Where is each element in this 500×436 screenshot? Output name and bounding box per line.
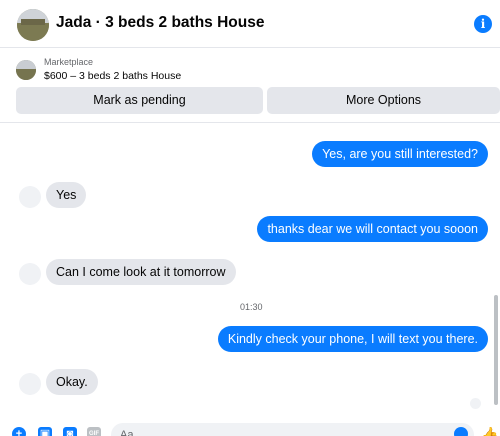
composer: + ▣ ◙ GIF Aa 👍 (0, 419, 500, 436)
message-outgoing[interactable]: Yes, are you still interested? (312, 141, 488, 167)
marketplace-card: Marketplace $600 – 3 beds 2 baths House … (0, 48, 500, 123)
sender-avatar (19, 186, 41, 208)
sticker-icon[interactable]: ◙ (63, 427, 77, 436)
info-icon[interactable]: i (474, 15, 492, 33)
message-timestamp: 01:30 (240, 302, 263, 312)
marketplace-label: Marketplace (44, 57, 94, 67)
sender-avatar (19, 263, 41, 285)
sender-avatar (19, 373, 41, 395)
mark-as-pending-button[interactable]: Mark as pending (16, 87, 263, 114)
message-input[interactable]: Aa (111, 423, 474, 436)
message-incoming[interactable]: Yes (46, 182, 87, 208)
plus-icon[interactable]: + (12, 427, 26, 436)
message-outgoing[interactable]: thanks dear we will contact you sooon (257, 216, 488, 242)
emoji-icon[interactable] (454, 427, 468, 436)
more-options-button[interactable]: More Options (267, 87, 500, 114)
avatar[interactable] (17, 9, 49, 41)
listing-thumbnail[interactable] (16, 60, 36, 80)
message-incoming[interactable]: Okay. (46, 369, 98, 395)
read-receipt-icon (470, 398, 481, 409)
chat-header: Jada · 3 beds 2 baths House i (0, 0, 500, 48)
chat-title[interactable]: Jada · 3 beds 2 baths House (56, 14, 264, 32)
gif-icon[interactable]: GIF (87, 427, 101, 436)
message-incoming[interactable]: Can I come look at it tomorrow (46, 259, 236, 285)
message-input-placeholder: Aa (120, 429, 134, 436)
listing-title[interactable]: $600 – 3 beds 2 baths House (44, 70, 181, 82)
message-outgoing[interactable]: Kindly check your phone, I will text you… (217, 326, 488, 352)
image-icon[interactable]: ▣ (38, 427, 52, 436)
message-list[interactable]: Yes, are you still interested? Yes thank… (0, 123, 500, 419)
scrollbar-thumb[interactable] (494, 295, 498, 405)
thumbs-up-icon[interactable]: 👍 (481, 426, 498, 436)
